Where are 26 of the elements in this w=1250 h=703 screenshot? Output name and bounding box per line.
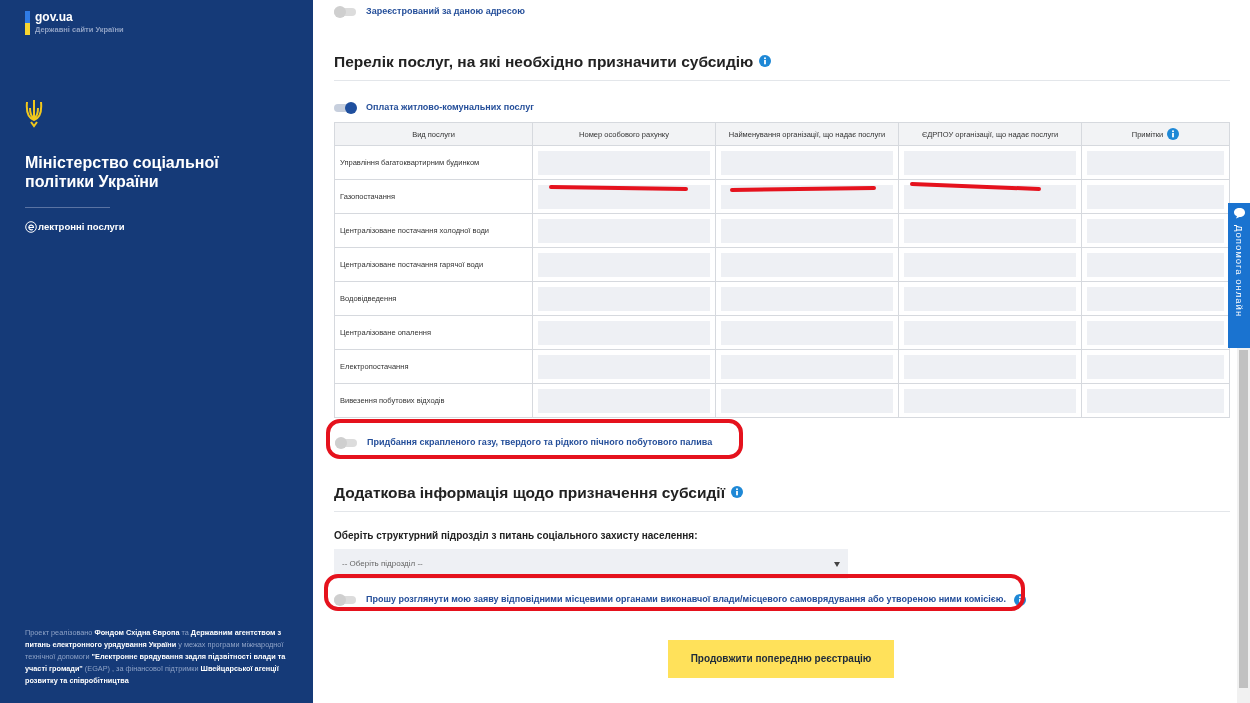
toggle-label: Зареєстрований за даною адресою xyxy=(366,5,525,18)
help-tab[interactable]: Допомога онлайн xyxy=(1228,203,1250,348)
toggle-label: Оплата житлово-комунальних послуг xyxy=(366,100,534,114)
ministry-title: Міністерство соціальної політики України xyxy=(25,153,220,191)
continue-button[interactable]: Продовжити попередню реєстрацію xyxy=(668,639,894,678)
e-logo-icon xyxy=(25,221,37,234)
chat-icon xyxy=(1232,207,1246,219)
toggle-switch[interactable] xyxy=(334,593,358,606)
logo-title[interactable]: gov.ua xyxy=(35,11,124,23)
scrollbar[interactable] xyxy=(1237,348,1250,703)
flag-icon xyxy=(25,11,30,35)
info-icon[interactable] xyxy=(759,55,772,68)
field-label: Оберіть структурний підрозділ з питань соціального захисту населення: xyxy=(334,529,699,543)
info-icon[interactable] xyxy=(1013,593,1026,606)
info-icon[interactable] xyxy=(731,486,743,499)
dropdown-caret-icon xyxy=(834,561,840,567)
toggle-switch[interactable] xyxy=(335,437,359,449)
section-heading: Додаткова інформація щодо призначення субсидії xyxy=(334,482,725,503)
toggle-switch[interactable] xyxy=(334,5,358,18)
info-icon[interactable] xyxy=(1167,128,1180,141)
section-heading: Перелік послуг, на які необхідно призначити субсидію xyxy=(334,51,754,72)
toggle-label: Прошу розглянути мою заяву відповідними місцевими органами виконавчої влади/місцевого самоврядування або утвореною ними комісією. xyxy=(366,593,1006,606)
toggle-switch[interactable] xyxy=(334,101,358,114)
services-link[interactable]: лектронні послуги xyxy=(25,220,288,235)
trident-icon xyxy=(25,98,43,128)
toggle-label: Придбання скрапленого газу, твердого та рідкого пічного побутового палива xyxy=(367,436,713,450)
